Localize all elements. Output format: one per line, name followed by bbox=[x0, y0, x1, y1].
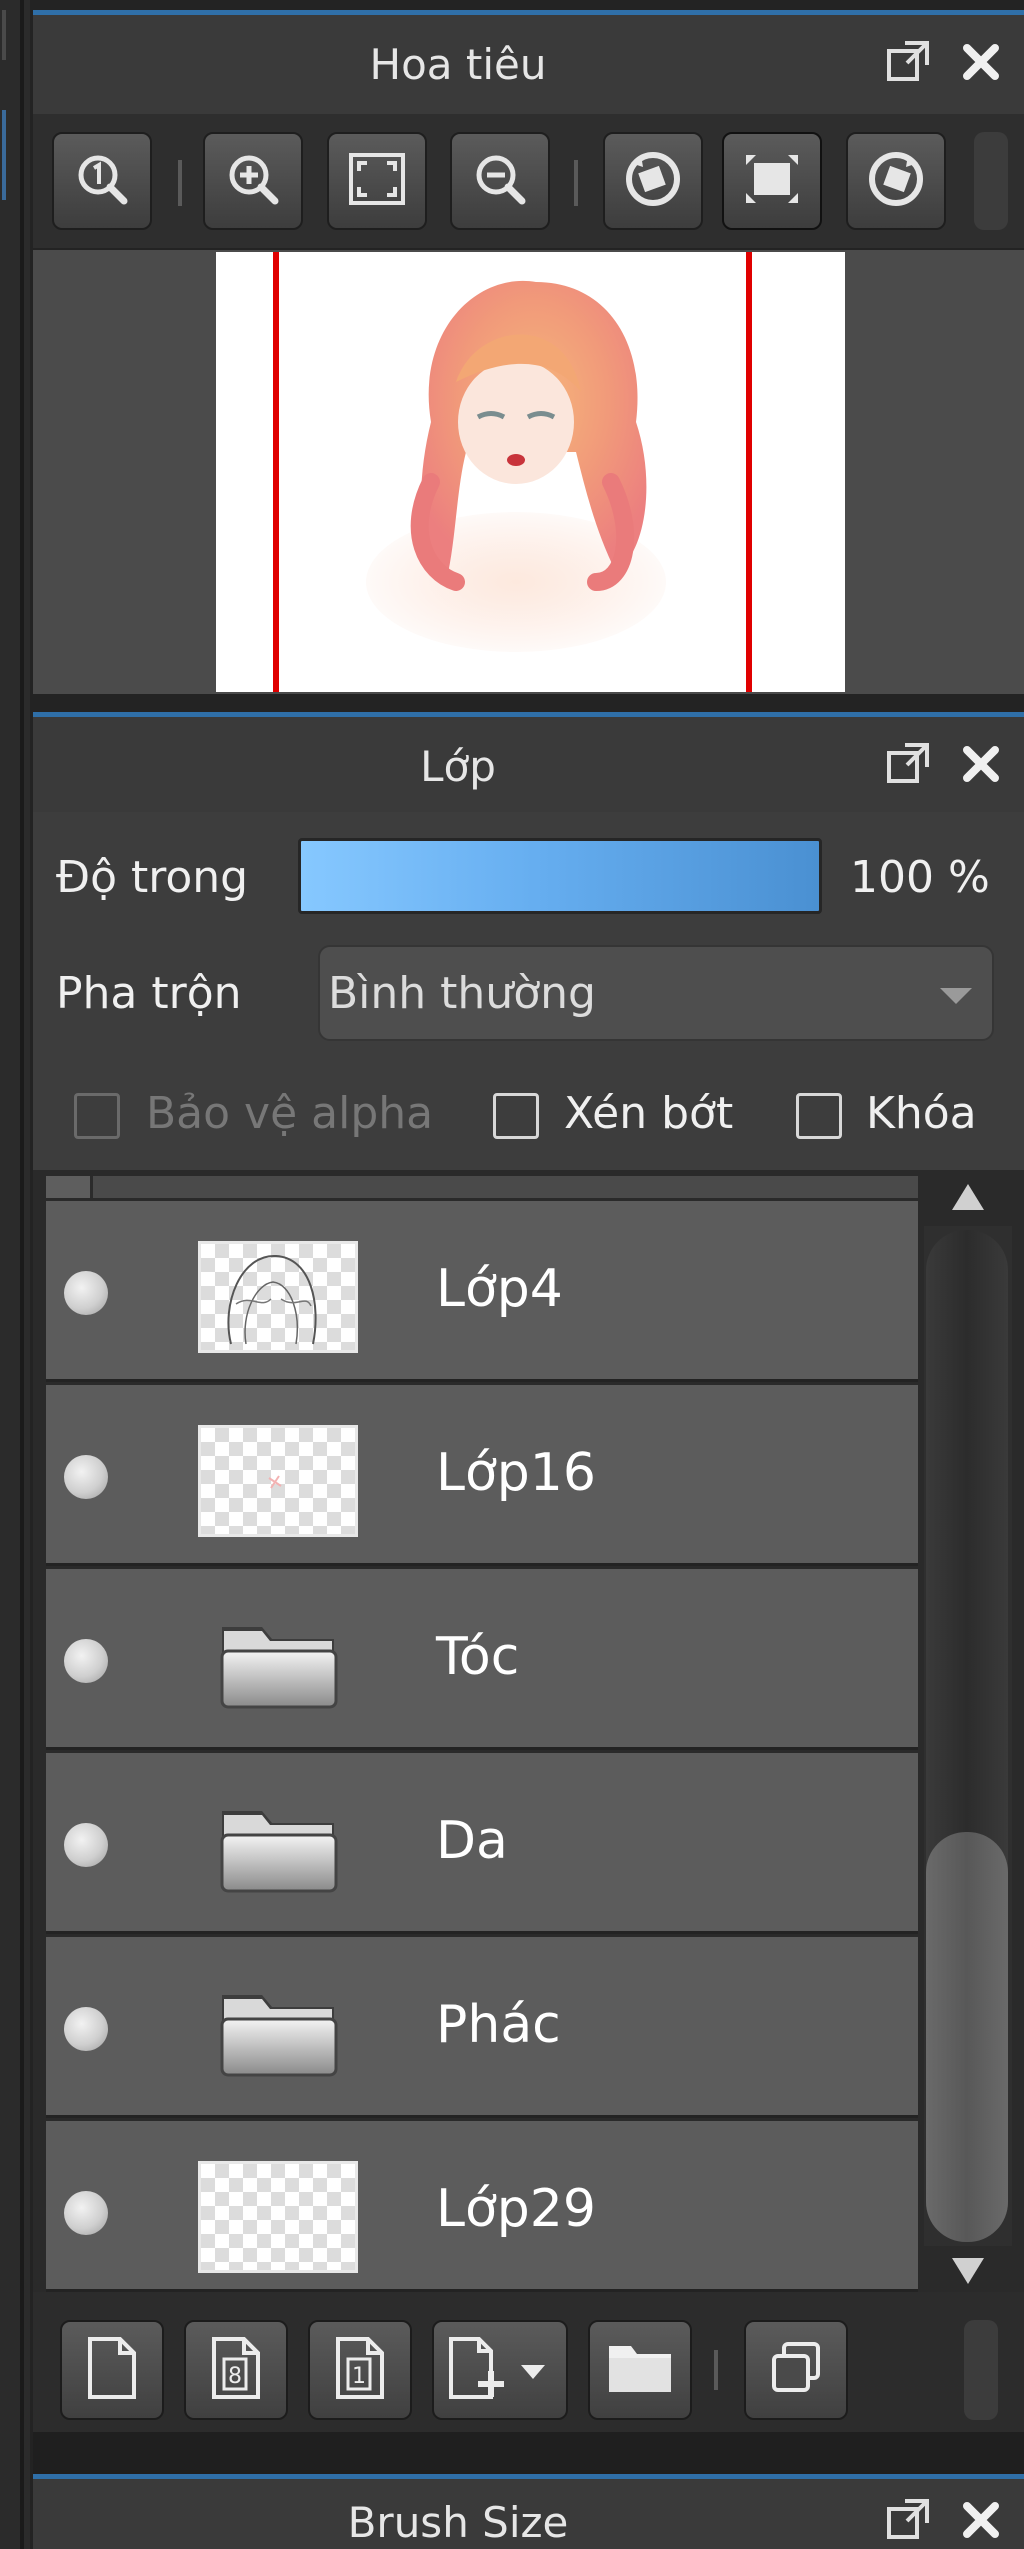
folder-row[interactable]: Tóc bbox=[46, 1569, 918, 1750]
zoom-out-icon bbox=[470, 149, 530, 213]
visibility-toggle[interactable] bbox=[64, 1639, 108, 1683]
canvas-preview[interactable] bbox=[216, 252, 845, 692]
svg-text:8: 8 bbox=[228, 2364, 242, 2389]
toolbar-separator bbox=[574, 160, 578, 206]
zoom-in-button[interactable] bbox=[203, 132, 303, 230]
brush-size-title: Brush Size bbox=[347, 2498, 569, 2547]
toolbar-separator bbox=[178, 160, 182, 206]
blend-mode-value: Bình thường bbox=[328, 968, 596, 1019]
folder-icon bbox=[605, 2340, 675, 2400]
folder-row[interactable]: Da bbox=[46, 1753, 918, 1934]
fit-screen-icon bbox=[345, 149, 409, 213]
opacity-label: Độ trong bbox=[56, 852, 249, 903]
scroll-thumb[interactable] bbox=[926, 1832, 1008, 2242]
fit-screen-button[interactable] bbox=[327, 132, 427, 230]
layer-row[interactable]: Lớp16 bbox=[46, 1385, 918, 1566]
chevron-down-icon bbox=[938, 986, 974, 1010]
layer-name: Lớp4 bbox=[436, 1259, 563, 1319]
opacity-value: 100 % bbox=[850, 852, 990, 903]
dock-marker-active bbox=[2, 110, 6, 200]
rotate-right-icon bbox=[864, 147, 928, 215]
layer-name: Lớp29 bbox=[436, 2179, 596, 2239]
zoom-100-icon bbox=[72, 149, 132, 213]
visibility-toggle[interactable] bbox=[64, 2191, 108, 2235]
page-1-icon: 1 bbox=[332, 2335, 388, 2405]
add-page-dropdown-icon bbox=[445, 2335, 555, 2405]
artwork-thumbnail bbox=[273, 252, 752, 692]
flip-button[interactable] bbox=[722, 132, 822, 230]
layer-thumbnail bbox=[198, 2161, 358, 2273]
svg-text:1: 1 bbox=[352, 2364, 366, 2389]
blend-mode-label: Pha trộn bbox=[56, 968, 242, 1019]
clipping-label: Xén bớt bbox=[564, 1088, 734, 1139]
lock-checkbox[interactable] bbox=[796, 1093, 842, 1139]
rotate-left-button[interactable] bbox=[603, 132, 703, 230]
new-folder-button[interactable] bbox=[588, 2320, 692, 2420]
layer-thumbnail bbox=[198, 1425, 358, 1537]
layer-thumbnail bbox=[198, 1241, 358, 1353]
layer-indent-marker bbox=[46, 1176, 93, 1198]
panel-gap bbox=[33, 2432, 1024, 2478]
scroll-up-icon[interactable] bbox=[948, 1180, 988, 1218]
page-8-icon: 8 bbox=[208, 2335, 264, 2405]
new-page-icon bbox=[84, 2335, 140, 2405]
rotate-left-icon bbox=[621, 147, 685, 215]
zoom-100-button[interactable] bbox=[52, 132, 152, 230]
folder-row[interactable]: Phác bbox=[46, 1937, 918, 2118]
layer-row[interactable]: Lớp29 bbox=[46, 2121, 918, 2292]
visibility-toggle[interactable] bbox=[64, 2007, 108, 2051]
popout-icon[interactable] bbox=[882, 36, 934, 88]
layer-list-top-edge bbox=[46, 1176, 918, 1198]
clipping-checkbox[interactable] bbox=[493, 1093, 539, 1139]
flip-icon bbox=[740, 149, 804, 213]
toolbar-overflow-handle[interactable] bbox=[964, 2320, 998, 2420]
scroll-down-icon[interactable] bbox=[948, 2254, 988, 2292]
close-icon[interactable] bbox=[955, 738, 1007, 790]
layer-name: Lớp16 bbox=[436, 1443, 596, 1503]
layer-row[interactable]: Lớp4 bbox=[46, 1201, 918, 1382]
add-layer-menu-button[interactable] bbox=[432, 2320, 568, 2420]
popout-icon[interactable] bbox=[882, 738, 934, 790]
zoom-out-button[interactable] bbox=[450, 132, 550, 230]
popout-icon[interactable] bbox=[882, 2494, 934, 2546]
new-8bit-layer-button[interactable]: 8 bbox=[184, 2320, 288, 2420]
folder-icon bbox=[216, 1613, 346, 1713]
protect-alpha-checkbox[interactable] bbox=[74, 1093, 120, 1139]
lock-label: Khóa bbox=[866, 1088, 977, 1139]
rotate-right-button[interactable] bbox=[846, 132, 946, 230]
visibility-toggle[interactable] bbox=[64, 1823, 108, 1867]
duplicate-icon bbox=[766, 2338, 826, 2402]
dock-marker bbox=[2, 10, 6, 60]
left-dock-strip bbox=[0, 0, 30, 2549]
folder-icon bbox=[216, 1981, 346, 2081]
visibility-toggle[interactable] bbox=[64, 1271, 108, 1315]
toolbar-separator bbox=[714, 2350, 718, 2390]
zoom-in-icon bbox=[223, 149, 283, 213]
layer-name: Tóc bbox=[436, 1627, 520, 1687]
layer-name: Phác bbox=[436, 1995, 561, 2055]
folder-icon bbox=[216, 1797, 346, 1897]
duplicate-layer-button[interactable] bbox=[744, 2320, 848, 2420]
new-1bit-layer-button[interactable]: 1 bbox=[308, 2320, 412, 2420]
layer-name: Da bbox=[436, 1811, 508, 1871]
protect-alpha-label: Bảo vệ alpha bbox=[146, 1088, 434, 1139]
layer-panel-title: Lớp bbox=[420, 742, 496, 791]
navigator-title: Hoa tiêu bbox=[369, 40, 547, 89]
close-icon[interactable] bbox=[955, 2494, 1007, 2546]
opacity-slider[interactable] bbox=[298, 838, 822, 914]
close-icon[interactable] bbox=[955, 36, 1007, 88]
new-layer-button[interactable] bbox=[60, 2320, 164, 2420]
dock-divider[interactable] bbox=[20, 0, 24, 2549]
toolbar-overflow-handle[interactable] bbox=[974, 132, 1008, 230]
visibility-toggle[interactable] bbox=[64, 1455, 108, 1499]
